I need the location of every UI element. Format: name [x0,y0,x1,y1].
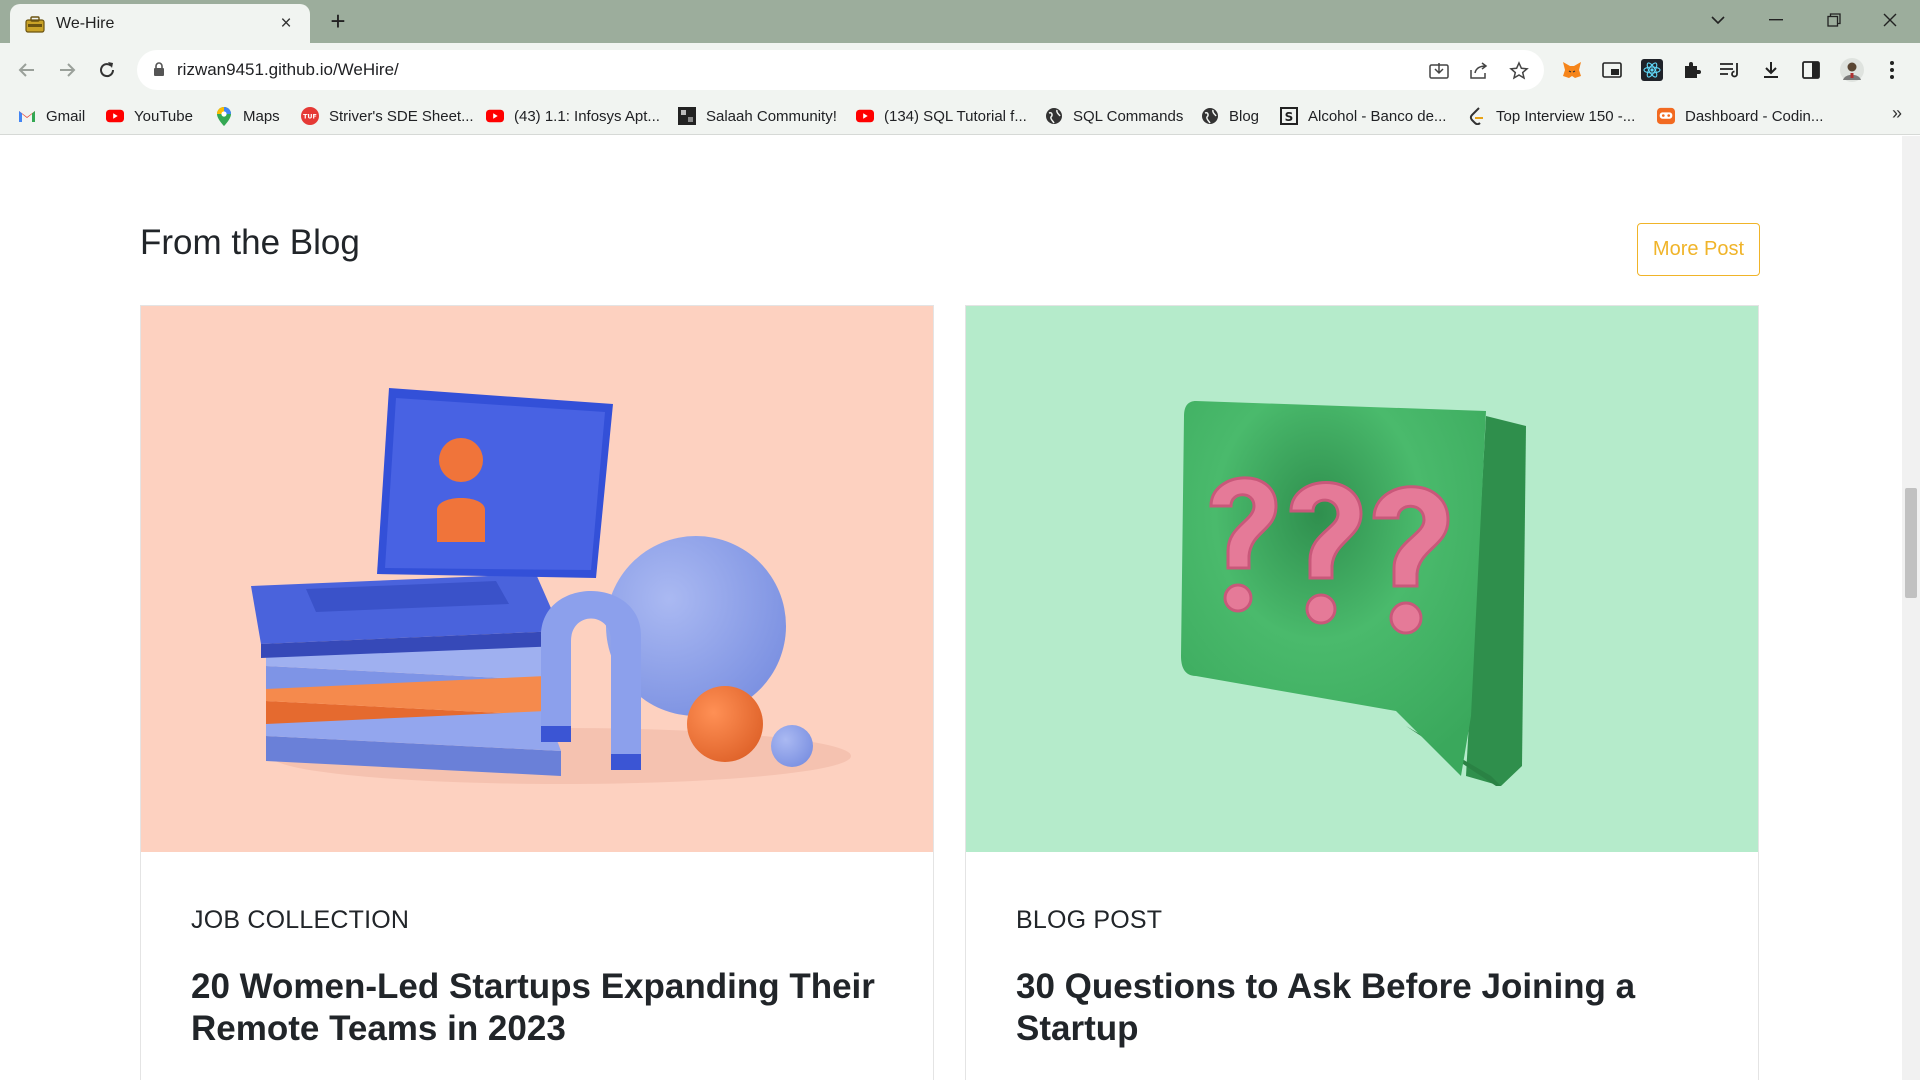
share-icon[interactable] [1467,59,1491,83]
card-category: BLOG POST [1016,906,1163,934]
card-title-link[interactable]: 20 Women-Led Startups Expanding Their Re… [191,966,911,1050]
bookmark-label: Dashboard - Codin... [1685,107,1824,125]
lock-icon[interactable] [153,62,165,77]
blog-card[interactable]: JOB COLLECTION 20 Women-Led Startups Exp… [140,305,934,1080]
bookmark-label: Top Interview 150 -... [1496,107,1636,125]
restore-icon[interactable] [1810,0,1858,40]
section-title: From the Blog [140,223,360,262]
card-title-link[interactable]: 30 Questions to Ask Before Joining a Sta… [1016,966,1736,1050]
bookmark-label: Salaah Community! [706,107,837,125]
s-icon: S [1280,107,1298,125]
leetcode-icon [1468,107,1486,125]
close-window-icon[interactable] [1866,0,1914,40]
laptop-illustration-icon [251,388,851,784]
bookmark-sql-commands[interactable]: SQL Commands [1045,105,1183,127]
reload-icon[interactable] [92,55,122,85]
react-devtools-icon[interactable] [1638,56,1666,84]
bookmark-blog[interactable]: Blog [1201,105,1259,127]
browser-tab[interactable]: We-Hire × [10,4,310,43]
svg-text:TUF: TUF [303,114,317,121]
maps-icon [215,106,233,126]
card-image-laptop[interactable] [141,306,933,852]
codingninjas-icon [1657,107,1675,125]
bookmark-label: Striver's SDE Sheet... [329,107,474,125]
blog-card[interactable]: BLOG POST 30 Questions to Ask Before Joi… [965,305,1759,1080]
bookmark-label: (134) SQL Tutorial f... [884,107,1027,125]
bookmark-maps[interactable]: Maps [215,105,280,127]
salaah-icon [678,107,696,125]
bookmark-label: Gmail [46,107,86,125]
globe-icon [1201,107,1219,125]
address-bar[interactable]: rizwan9451.github.io/WeHire/ [137,50,1544,90]
tab-title: We-Hire [56,14,115,32]
bookmark-label: YouTube [134,107,193,125]
metamask-icon[interactable] [1558,56,1586,84]
reading-list-icon[interactable] [1716,56,1744,84]
browser-toolbar: rizwan9451.github.io/WeHire/ [0,43,1920,97]
tuf-icon: TUF [301,107,319,125]
url-text[interactable]: rizwan9451.github.io/WeHire/ [177,60,399,80]
page-scrollbar[interactable] [1902,136,1920,1080]
bookmark-coding-ninjas-dashboard[interactable]: Dashboard - Codin... [1657,105,1823,127]
bookmark-infosys-apt[interactable]: (43) 1.1: Infosys Apt... [486,105,660,127]
svg-text:S: S [1285,110,1294,124]
profile-avatar-icon[interactable] [1838,56,1866,84]
forward-icon[interactable] [52,55,82,85]
youtube-icon [856,107,874,125]
bookmark-label: SQL Commands [1073,107,1184,125]
minimize-icon[interactable] [1752,0,1800,40]
bookmark-label: Alcohol - Banco de... [1308,107,1447,125]
page-viewport: From the Blog More Post JOB COLLECTION 2… [0,136,1902,1080]
more-post-button[interactable]: More Post [1637,223,1760,276]
bookmark-alcohol-banco[interactable]: S Alcohol - Banco de... [1280,105,1446,127]
tab-strip: We-Hire × + [0,0,1920,43]
bookmark-label: Blog [1229,107,1260,125]
new-tab-button[interactable]: + [322,6,354,38]
bookmark-star-icon[interactable] [1507,59,1531,83]
install-app-icon[interactable] [1427,59,1451,83]
bookmark-label: Maps [243,107,280,125]
bookmarks-overflow-icon[interactable]: » [1892,103,1902,124]
back-icon[interactable] [12,55,42,85]
bookmark-youtube[interactable]: YouTube [106,105,193,127]
youtube-icon [486,107,504,125]
bookmark-salaah-community[interactable]: Salaah Community! [678,105,837,127]
chrome-menu-icon[interactable] [1878,56,1906,84]
bookmark-top-interview-150[interactable]: Top Interview 150 -... [1468,105,1635,127]
gmail-icon [18,107,36,125]
bookmark-sql-tutorial[interactable]: (134) SQL Tutorial f... [856,105,1027,127]
bookmarks-bar: Gmail YouTube Maps TUF Striver's SDE She… [0,97,1920,135]
screen-cast-icon[interactable] [1598,56,1626,84]
side-panel-icon[interactable] [1797,56,1825,84]
scrollbar-thumb[interactable] [1905,488,1917,598]
downloads-icon[interactable] [1757,56,1785,84]
tab-close-icon[interactable]: × [274,13,298,35]
bookmark-striver-sde-sheet[interactable]: TUF Striver's SDE Sheet... [301,105,474,127]
extensions-puzzle-icon[interactable] [1678,56,1706,84]
bookmark-label: (43) 1.1: Infosys Apt... [514,107,660,125]
youtube-icon [106,107,124,125]
card-image-question-bubble[interactable] [966,306,1758,852]
wehire-favicon-icon [25,15,45,33]
question-speech-bubble-icon [1181,401,1526,786]
bookmark-gmail[interactable]: Gmail [18,105,85,127]
card-category: JOB COLLECTION [191,906,410,934]
tab-search-icon[interactable] [1694,0,1742,40]
globe-icon [1045,107,1063,125]
